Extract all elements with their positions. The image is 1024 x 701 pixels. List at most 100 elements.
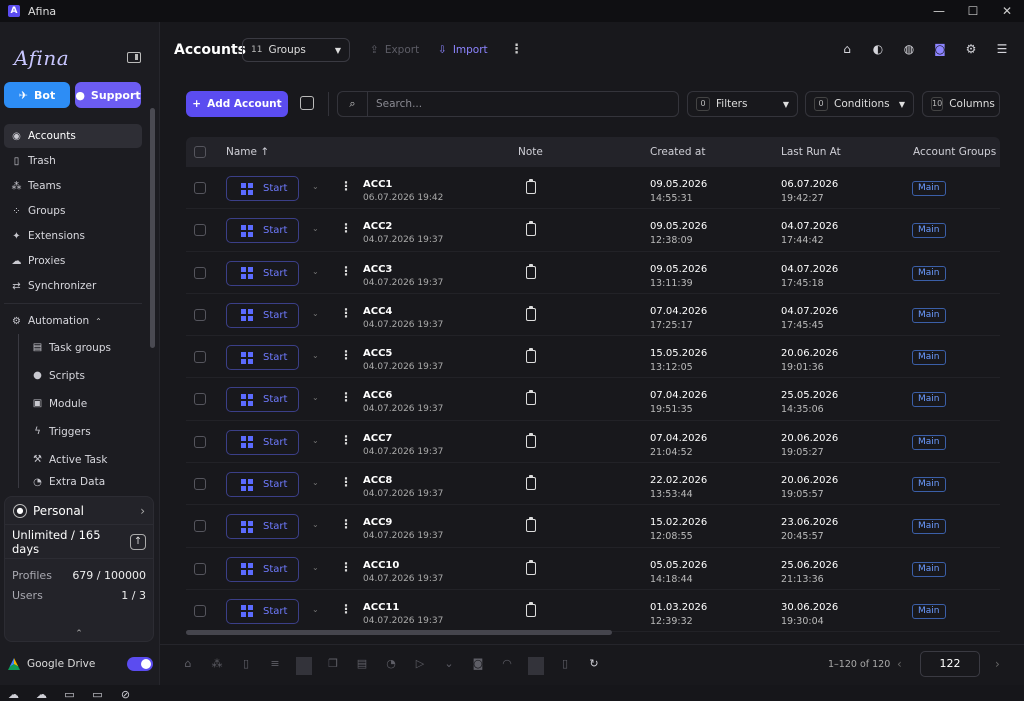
clipboard-icon[interactable]: [526, 475, 536, 491]
account-name[interactable]: ACC3: [363, 264, 392, 275]
sidebar-item-scripts[interactable]: ● Scripts: [25, 362, 142, 389]
column-header-name[interactable]: Name ↑: [226, 137, 269, 167]
account-name[interactable]: ACC5: [363, 348, 392, 359]
column-header-created[interactable]: Created at: [650, 137, 705, 167]
account-group-badge[interactable]: Main: [912, 265, 946, 281]
play-icon[interactable]: ▷: [412, 657, 428, 675]
export-button[interactable]: ⇪ Export: [370, 44, 419, 56]
chevron-down-icon[interactable]: ⌄: [312, 309, 319, 318]
table-row[interactable]: Start ⌄ ⋮ ACC6 04.07.2026 19:37 07.04.2026 19:…: [186, 378, 1000, 421]
table-row[interactable]: Start ⌄ ⋮ ACC11 04.07.2026 19:37 01.03.2026 12…: [186, 590, 1000, 633]
clipboard-icon[interactable]: [526, 559, 536, 575]
cookie-icon[interactable]: ◔: [383, 657, 399, 675]
table-row[interactable]: Start ⌄ ⋮ ACC7 04.07.2026 19:37 07.04.2026 21:…: [186, 421, 1000, 464]
sidebar-item-triggers[interactable]: ϟ Triggers: [25, 418, 142, 445]
groups-dropdown[interactable]: 11 Groups ▼: [242, 38, 350, 62]
account-group-badge[interactable]: Main: [912, 603, 946, 619]
row-checkbox[interactable]: [194, 604, 206, 617]
globe-icon[interactable]: ◍: [901, 42, 917, 58]
start-button[interactable]: Start: [226, 429, 299, 455]
row-checkbox[interactable]: [194, 435, 206, 448]
account-group-badge[interactable]: Main: [912, 392, 946, 408]
chevron-left-icon[interactable]: ‹: [897, 657, 902, 671]
chevron-right-icon[interactable]: ›: [995, 657, 1000, 671]
clipboard-icon[interactable]: [526, 390, 536, 406]
sidebar-item-extensions[interactable]: ✦ Extensions: [4, 224, 142, 248]
scrollbar-thumb[interactable]: [150, 108, 155, 348]
sidebar-item-synchronizer[interactable]: ⇄ Synchronizer: [4, 274, 142, 298]
document-icon[interactable]: ▤: [354, 657, 370, 675]
account-group-badge[interactable]: Main: [912, 561, 946, 577]
start-button[interactable]: Start: [226, 176, 299, 201]
chevron-down-icon[interactable]: ⌄: [312, 267, 319, 276]
chevron-down-icon[interactable]: ⌄: [312, 351, 319, 360]
page-size-input[interactable]: 122: [920, 651, 980, 677]
server-icon[interactable]: ☰: [994, 42, 1010, 58]
start-button[interactable]: Start: [226, 345, 299, 371]
copy-icon[interactable]: ❐: [325, 657, 341, 675]
close-button[interactable]: ✕: [990, 0, 1024, 22]
multi-add-icon[interactable]: [300, 96, 314, 110]
sidebar-item-accounts[interactable]: ◉ Accounts: [4, 124, 142, 148]
more-options-icon[interactable]: ⋮: [340, 433, 352, 447]
folder-upload-icon[interactable]: ▭: [62, 688, 77, 701]
account-name[interactable]: ACC9: [363, 517, 392, 528]
wifi-icon[interactable]: ◠: [499, 657, 515, 675]
cloud-download-icon[interactable]: ☁: [34, 688, 49, 701]
add-account-button[interactable]: + Add Account: [186, 91, 288, 117]
chevron-down-icon[interactable]: ⌄: [312, 563, 319, 572]
start-button[interactable]: Start: [226, 556, 299, 582]
chevron-down-icon[interactable]: ⌄: [312, 224, 319, 233]
table-row[interactable]: Start ⌄ ⋮ ACC2 04.07.2026 19:37 09.05.2026 12:…: [186, 209, 1000, 252]
clipboard-icon[interactable]: [526, 221, 536, 237]
row-checkbox[interactable]: [194, 393, 206, 406]
table-row[interactable]: Start ⌄ ⋮ ACC8 04.07.2026 19:37 22.02.2026 13:…: [186, 463, 1000, 506]
tag-icon[interactable]: ⌂: [839, 42, 855, 58]
start-button[interactable]: Start: [226, 472, 299, 498]
chevron-up-icon[interactable]: ⌃: [5, 629, 153, 639]
folder-download-icon[interactable]: ▭: [90, 688, 105, 701]
support-button[interactable]: ● Support: [75, 82, 141, 108]
conditions-dropdown[interactable]: 0 Conditions ▼: [805, 91, 914, 117]
sidebar-item-task-groups[interactable]: ▤ Task groups: [25, 334, 142, 361]
sidebar-scrollbar[interactable]: [150, 102, 155, 502]
clipboard-icon[interactable]: [526, 305, 536, 321]
account-group-badge[interactable]: Main: [912, 307, 946, 323]
list-icon[interactable]: ≡: [267, 657, 283, 675]
table-row[interactable]: Start ⌄ ⋮ ACC3 04.07.2026 19:37 09.05.2026 13:…: [186, 252, 1000, 294]
more-options-icon[interactable]: ⋮: [340, 306, 352, 320]
clipboard-icon[interactable]: [526, 179, 536, 194]
table-row[interactable]: Start ⌄ ⋮ ACC4 04.07.2026 19:37 07.04.2026 17:…: [186, 294, 1000, 337]
row-checkbox[interactable]: [194, 351, 206, 364]
row-checkbox[interactable]: [194, 308, 206, 321]
row-checkbox[interactable]: [194, 478, 206, 491]
account-group-badge[interactable]: Main: [912, 434, 946, 450]
account-name[interactable]: ACC1: [363, 179, 392, 190]
chevron-down-icon[interactable]: ⌄: [441, 657, 457, 675]
more-options-icon[interactable]: ⋮: [340, 390, 352, 404]
start-button[interactable]: Start: [226, 218, 299, 244]
sidebar-item-trash[interactable]: ▯ Trash: [4, 149, 142, 173]
columns-button[interactable]: 10 Columns: [922, 91, 1000, 117]
select-all-checkbox[interactable]: [194, 146, 206, 158]
more-options-icon[interactable]: ⋮: [340, 517, 352, 531]
maximize-button[interactable]: ☐: [956, 0, 990, 22]
account-name[interactable]: ACC11: [363, 602, 399, 613]
web-icon[interactable]: ◐: [870, 42, 886, 58]
start-button[interactable]: Start: [226, 387, 299, 413]
sidebar-item-automation[interactable]: ⚙ Automation ⌃: [4, 309, 142, 333]
clipboard-icon[interactable]: [526, 517, 536, 533]
search-input[interactable]: [368, 98, 668, 110]
chevron-down-icon[interactable]: ⌄: [312, 436, 319, 445]
start-button[interactable]: Start: [226, 514, 299, 540]
more-options-icon[interactable]: ⋮: [340, 475, 352, 489]
sidebar-item-active-task[interactable]: ⚒ Active Task: [25, 446, 142, 473]
more-options-icon[interactable]: ⋮: [340, 221, 352, 235]
sidebar-item-teams[interactable]: ⁂ Teams: [4, 174, 142, 198]
team-icon[interactable]: ⁂: [209, 657, 225, 675]
clipboard-icon[interactable]: [526, 601, 536, 617]
row-checkbox[interactable]: [194, 182, 206, 194]
column-header-last-run[interactable]: Last Run At: [781, 137, 841, 167]
more-options-icon[interactable]: ⋮: [340, 560, 352, 574]
cloud-upload-icon[interactable]: ☁: [6, 688, 21, 701]
